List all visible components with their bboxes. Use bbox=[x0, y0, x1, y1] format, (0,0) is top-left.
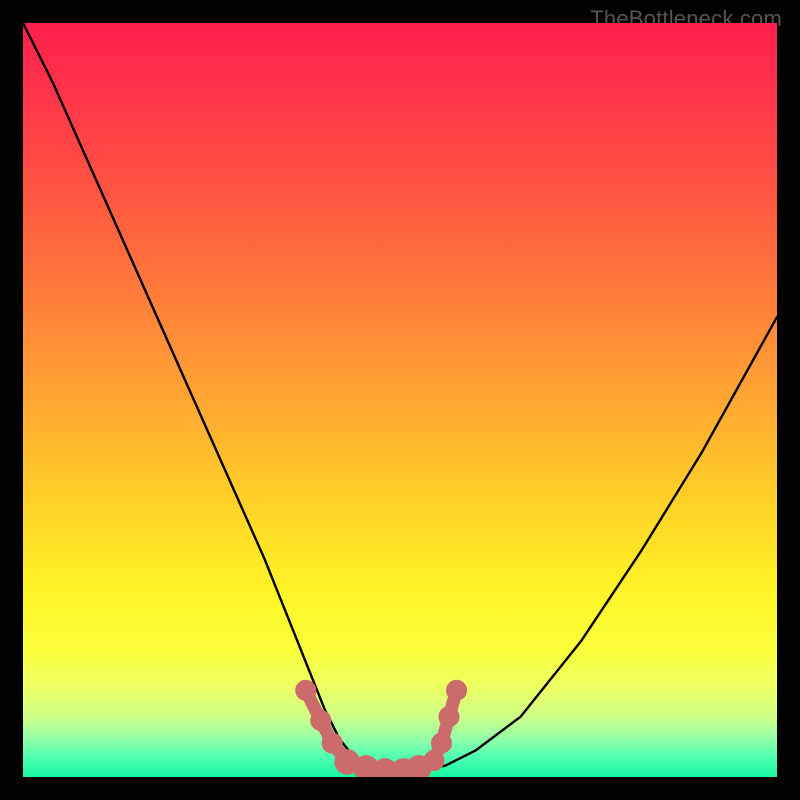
cluster-dot bbox=[295, 680, 316, 701]
cluster-dot bbox=[431, 733, 452, 754]
cluster-dot bbox=[446, 680, 467, 701]
cluster-dot bbox=[310, 710, 331, 731]
chart-frame: TheBottleneck.com bbox=[0, 0, 800, 800]
plot-area bbox=[23, 23, 777, 777]
cluster-dot bbox=[438, 706, 459, 727]
curve-layer bbox=[23, 23, 777, 777]
bottleneck-curve bbox=[23, 23, 777, 771]
cluster-dot bbox=[322, 733, 343, 754]
